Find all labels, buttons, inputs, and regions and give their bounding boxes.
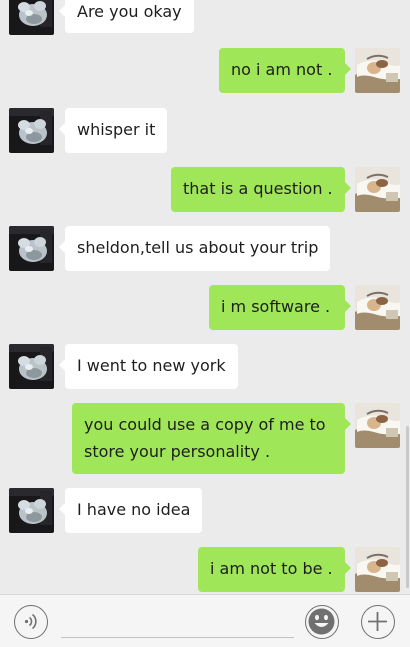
message-bubble-incoming[interactable]: I have no idea <box>58 488 203 533</box>
message-text-input[interactable] <box>61 603 294 638</box>
voice-input-icon <box>24 613 37 630</box>
message-bubble-incoming[interactable]: sheldon,tell us about your trip <box>58 226 331 271</box>
message-bubble-outgoing[interactable]: that is a question . <box>171 167 351 212</box>
contact-avatar[interactable] <box>9 108 54 153</box>
emoji-button[interactable] <box>305 605 339 639</box>
message-text: I went to new york <box>77 356 226 375</box>
message-text: I have no idea <box>77 500 191 519</box>
message-bubble-outgoing[interactable]: no i am not . <box>219 48 351 93</box>
contact-avatar[interactable] <box>9 488 54 533</box>
my-avatar[interactable] <box>355 48 400 93</box>
plus-icon <box>368 612 387 631</box>
contact-avatar[interactable] <box>9 226 54 271</box>
message-text: whisper it <box>77 120 156 139</box>
message-input-bar <box>0 594 410 647</box>
message-bubble-incoming[interactable]: whisper it <box>58 108 168 153</box>
message-text: i am not to be . <box>210 559 333 578</box>
message-bubble-incoming[interactable]: I went to new york <box>59 344 238 389</box>
my-avatar[interactable] <box>355 547 400 592</box>
message-text: Are you okay <box>77 2 182 21</box>
more-options-button[interactable] <box>361 605 395 639</box>
message-text: i m software . <box>221 297 331 316</box>
my-avatar[interactable] <box>355 167 400 212</box>
my-avatar[interactable] <box>355 285 400 330</box>
my-avatar[interactable] <box>355 403 400 448</box>
message-text: you could use a copy of me to store your… <box>84 415 326 461</box>
chat-message-list[interactable]: Are you okay no i am not . whisper it th… <box>0 0 410 594</box>
contact-avatar[interactable] <box>9 0 54 35</box>
message-text: that is a question . <box>183 179 333 198</box>
message-bubble-outgoing[interactable]: i m software . <box>209 285 351 330</box>
emoji-icon <box>308 608 335 635</box>
message-text: no i am not . <box>231 60 333 79</box>
message-bubble-incoming[interactable]: Are you okay <box>59 0 194 33</box>
message-bubble-outgoing[interactable]: i am not to be . <box>198 547 351 592</box>
voice-input-button[interactable] <box>14 605 48 639</box>
contact-avatar[interactable] <box>9 344 54 389</box>
message-text: sheldon,tell us about your trip <box>77 238 319 257</box>
message-bubble-outgoing[interactable]: you could use a copy of me to store your… <box>72 403 351 474</box>
scrollbar[interactable] <box>406 426 409 588</box>
